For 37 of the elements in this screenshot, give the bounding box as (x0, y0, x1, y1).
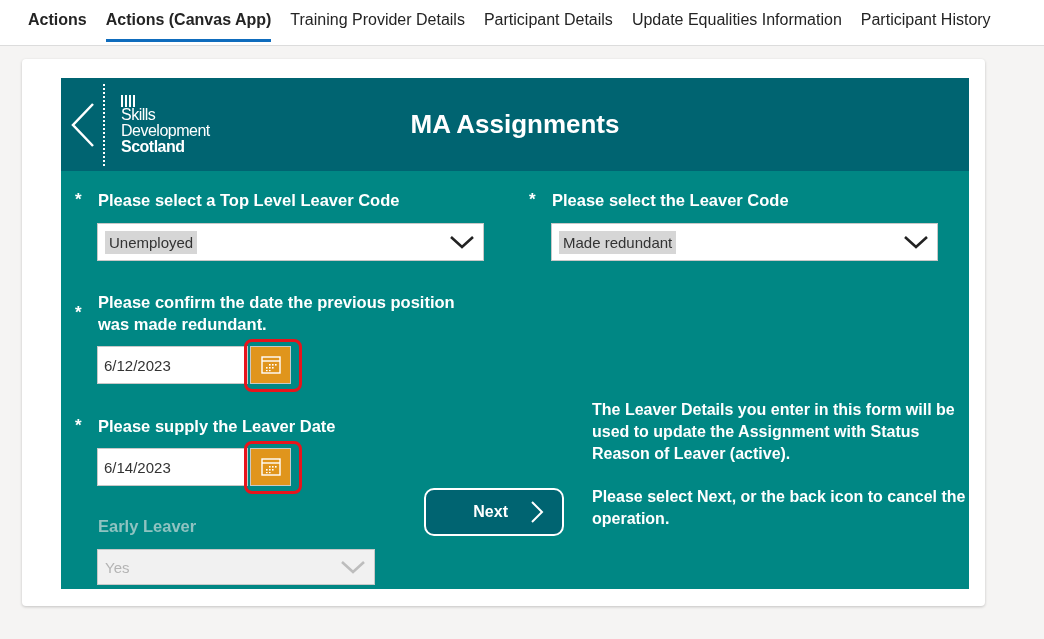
required-asterisk: * (75, 303, 83, 323)
field-label: Early Leaver (98, 516, 197, 537)
tab[interactable]: Actions (Canvas App) (105, 0, 272, 42)
calendar-icon (260, 458, 281, 476)
calendar-icon (260, 356, 281, 374)
required-asterisk: * (75, 190, 83, 210)
chevron-right-icon (530, 500, 544, 524)
logo-text: Scotland (121, 138, 185, 155)
dropdown[interactable]: Unemployed (97, 223, 484, 261)
chevron-down-icon (340, 559, 366, 575)
required-asterisk: * (75, 416, 83, 436)
tab[interactable]: Participant Details (483, 0, 613, 42)
calendar-button[interactable] (250, 448, 291, 486)
field-label: Please confirm the date the previous position was made redundant. (98, 292, 456, 335)
date-field[interactable]: 6/14/2023 (97, 448, 248, 486)
chevron-left-icon (70, 101, 96, 148)
calendar-button[interactable] (250, 346, 291, 384)
field-label: Please select a Top Level Leaver Code (98, 190, 400, 211)
chevron-down-icon (903, 234, 929, 250)
logo-text: Skills (121, 106, 157, 123)
chevron-down-icon (449, 234, 475, 250)
required-asterisk: * (529, 190, 537, 210)
tab[interactable]: Participant History (860, 0, 991, 42)
tab[interactable]: Update Equalities Information (631, 0, 842, 42)
logo-text: Development (121, 122, 210, 139)
next-button[interactable]: Next (424, 488, 564, 536)
logo-bars-icon (121, 94, 135, 107)
info-text: Please select Next, or the back icon to cancel the operation. (592, 487, 966, 529)
date-field[interactable]: 6/12/2023 (97, 346, 248, 384)
tab[interactable]: Training Provider Details (290, 0, 465, 42)
field-label: Please select the Leaver Code (552, 190, 789, 211)
field-label: Please supply the Leaver Date (98, 416, 336, 437)
info-text: The Leaver Details you enter in this form will be used to update the Assignment with Status Reason of Leaver (active). (592, 400, 956, 464)
dropdown[interactable]: Made redundant (551, 223, 938, 261)
back-button[interactable] (70, 101, 96, 148)
app-title: MA Assignments (410, 109, 620, 140)
tab[interactable]: Actions (28, 0, 87, 42)
